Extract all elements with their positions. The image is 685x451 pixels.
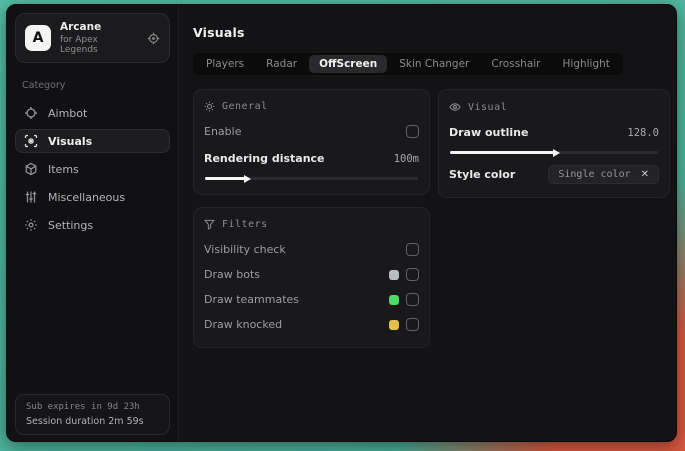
sidebar-item-items[interactable]: Items [15, 157, 170, 181]
filter-row-draw-bots: Draw bots [204, 264, 419, 285]
visibility-check-checkbox[interactable] [406, 243, 419, 256]
general-card-header: General [204, 101, 419, 112]
style-color-row: Style color Single color ✕ [449, 164, 659, 185]
sidebar: A Arcane for Apex Legends Category Aimbo… [7, 5, 179, 441]
draw-knocked-color-swatch[interactable] [389, 319, 399, 330]
visual-card-header: Visual [449, 101, 659, 113]
cog-sun-icon [204, 101, 215, 112]
draw-bots-color-swatch[interactable] [389, 269, 399, 280]
sidebar-item-label: Settings [48, 218, 94, 232]
sidebar-item-settings[interactable]: Settings [15, 213, 170, 237]
logo-text: Arcane for Apex Legends [60, 21, 138, 55]
target-icon[interactable] [147, 32, 160, 45]
sidebar-item-label: Visuals [48, 134, 93, 148]
tab-radar[interactable]: Radar [256, 55, 307, 73]
sidebar-item-label: Miscellaneous [48, 190, 126, 204]
sidebar-nav: Aimbot Visuals Items Miscellaneous Setti… [15, 101, 170, 237]
funnel-icon [204, 219, 215, 230]
enable-label: Enable [204, 125, 242, 138]
draw-knocked-checkbox[interactable] [406, 318, 419, 331]
tab-highlight[interactable]: Highlight [553, 55, 620, 73]
filter-row-visibility-check: Visibility check [204, 239, 419, 260]
filter-label: Draw knocked [204, 318, 283, 331]
app-subtitle: for Apex Legends [60, 35, 98, 55]
style-color-label: Style color [449, 168, 516, 181]
enable-checkbox[interactable] [406, 125, 419, 138]
logo-card: A Arcane for Apex Legends [15, 13, 170, 63]
draw-bots-checkbox[interactable] [406, 268, 419, 281]
general-card: General Enable Rendering distance 100m [193, 89, 430, 195]
crosshair-icon [24, 106, 38, 120]
app-title: Arcane [60, 21, 102, 33]
enable-row: Enable [204, 121, 419, 142]
right-column: Visual Draw outline 128.0 Style color Si… [438, 89, 670, 198]
filters-card: Filters Visibility check Draw bots Draw … [193, 207, 430, 348]
scan-eye-icon [24, 134, 38, 148]
category-label: Category [22, 80, 66, 91]
rendering-distance-label: Rendering distance [204, 152, 325, 165]
sidebar-item-visuals[interactable]: Visuals [15, 129, 170, 153]
content-row: General Enable Rendering distance 100m F… [193, 89, 670, 348]
card-title: Filters [222, 219, 268, 230]
package-icon [24, 162, 38, 176]
card-title: General [222, 101, 268, 112]
rendering-distance-value: 100m [393, 152, 419, 165]
filter-row-draw-teammates: Draw teammates [204, 289, 419, 310]
slider-fill[interactable] [205, 177, 246, 180]
tab-players[interactable]: Players [196, 55, 254, 73]
draw-outline-value: 128.0 [627, 126, 659, 139]
tab-crosshair[interactable]: Crosshair [481, 55, 550, 73]
page-title: Visuals [193, 25, 245, 40]
draw-outline-row: Draw outline 128.0 [449, 122, 659, 143]
tab-strip: Players Radar OffScreen Skin Changer Cro… [193, 53, 623, 75]
tab-offscreen[interactable]: OffScreen [309, 55, 388, 73]
draw-teammates-checkbox[interactable] [406, 293, 419, 306]
filter-label: Draw bots [204, 268, 260, 281]
sidebar-item-label: Aimbot [48, 106, 88, 120]
filters-card-header: Filters [204, 219, 419, 230]
sidebar-item-aimbot[interactable]: Aimbot [15, 101, 170, 125]
draw-outline-slider[interactable] [450, 151, 658, 154]
gear-icon [24, 218, 38, 232]
card-title: Visual [468, 101, 508, 113]
tab-skin-changer[interactable]: Skin Changer [389, 55, 479, 73]
style-color-select[interactable]: Single color ✕ [548, 165, 659, 184]
app-logo: A [25, 25, 51, 51]
filter-label: Visibility check [204, 243, 286, 256]
session-duration-text: Session duration 2m 59s [26, 416, 144, 427]
filter-label: Draw teammates [204, 293, 300, 306]
sidebar-item-label: Items [48, 162, 79, 176]
style-color-value: Single color [558, 169, 631, 180]
sidebar-item-miscellaneous[interactable]: Miscellaneous [15, 185, 170, 209]
visual-card: Visual Draw outline 128.0 Style color Si… [438, 89, 670, 198]
main-panel: Visuals Players Radar OffScreen Skin Cha… [179, 5, 676, 441]
left-column: General Enable Rendering distance 100m F… [193, 89, 430, 348]
filter-row-draw-knocked: Draw knocked [204, 314, 419, 335]
app-window: A Arcane for Apex Legends Category Aimbo… [6, 4, 677, 442]
clear-icon[interactable]: ✕ [641, 169, 649, 180]
session-card: Sub expires in 9d 23h Session duration 2… [15, 394, 170, 435]
draw-teammates-color-swatch[interactable] [389, 294, 399, 305]
sliders-icon [24, 190, 38, 204]
rendering-distance-row: Rendering distance 100m [204, 148, 419, 169]
slider-fill[interactable] [450, 151, 554, 154]
eye-icon [449, 101, 461, 113]
draw-outline-label: Draw outline [449, 126, 529, 139]
rendering-distance-slider[interactable] [205, 177, 418, 180]
sub-expires-text: Sub expires in 9d 23h [26, 402, 140, 412]
